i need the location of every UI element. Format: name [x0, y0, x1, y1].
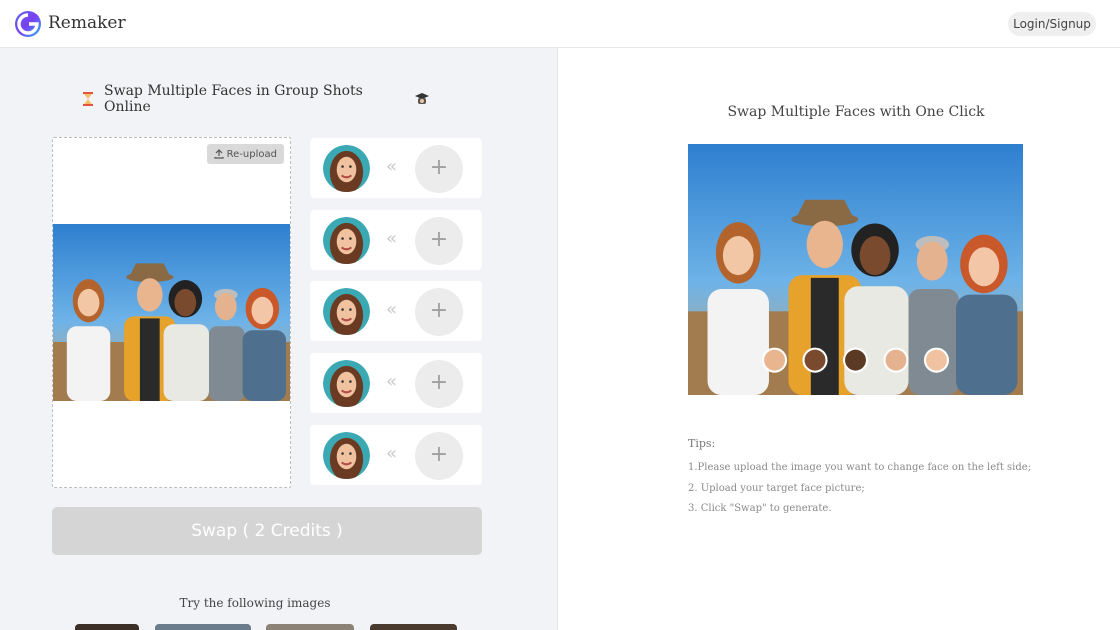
detected-face-thumbnail[interactable]	[323, 217, 370, 264]
reupload-label: Re-upload	[226, 148, 277, 160]
face-slot-row: « +	[310, 138, 482, 198]
demo-result-image	[688, 144, 1023, 395]
add-face-button[interactable]: +	[415, 145, 463, 193]
hourglass-icon	[83, 92, 93, 106]
tip-item: 2. Upload your target face picture;	[688, 483, 865, 494]
chevron-double-left-icon: «	[386, 156, 398, 177]
face-slot-row: « +	[310, 425, 482, 485]
tip-item: 3. Click "Swap" to generate.	[688, 503, 832, 514]
add-face-button[interactable]: +	[415, 360, 463, 408]
target-image-dropzone[interactable]: Re-upload	[52, 137, 291, 488]
detected-face-thumbnail[interactable]	[323, 288, 370, 335]
remaker-logo-icon[interactable]	[14, 10, 42, 38]
swap-button[interactable]: Swap ( 2 Credits )	[52, 507, 482, 555]
sample-image-thumbnail[interactable]	[370, 624, 457, 630]
top-header: Remaker Login/Signup	[0, 0, 1120, 48]
page-title-text: Swap Multiple Faces in Group Shots Onlin…	[104, 83, 363, 115]
add-face-button[interactable]: +	[415, 288, 463, 336]
face-slot-row: « +	[310, 281, 482, 341]
upload-icon	[214, 149, 224, 159]
add-face-button[interactable]: +	[415, 217, 463, 265]
swap-editor-panel: Swap Multiple Faces in Group Shots Onlin…	[0, 48, 558, 630]
login-signup-button[interactable]: Login/Signup	[1008, 12, 1096, 36]
page-title: Swap Multiple Faces in Group Shots Onlin…	[80, 83, 430, 115]
chevron-double-left-icon: «	[386, 228, 398, 249]
demo-title: Swap Multiple Faces with One Click	[727, 104, 985, 120]
sample-image-thumbnail[interactable]	[155, 624, 251, 630]
tip-item: 1.Please upload the image you want to ch…	[688, 462, 1032, 473]
group-photo-preview	[53, 224, 290, 401]
add-face-button[interactable]: +	[415, 432, 463, 480]
chevron-double-left-icon: «	[386, 443, 398, 464]
chevron-double-left-icon: «	[386, 371, 398, 392]
detected-face-thumbnail[interactable]	[323, 145, 370, 192]
detected-face-thumbnail[interactable]	[323, 360, 370, 407]
face-slot-row: « +	[310, 353, 482, 413]
chevron-double-left-icon: «	[386, 299, 398, 320]
face-slot-row: « +	[310, 210, 482, 270]
reupload-button[interactable]: Re-upload	[206, 144, 284, 164]
brand-name[interactable]: Remaker	[48, 13, 126, 33]
sample-images-label: Try the following images	[179, 596, 331, 610]
sample-image-thumbnail[interactable]	[75, 624, 139, 630]
detected-face-thumbnail[interactable]	[323, 432, 370, 479]
graduation-cap-icon	[415, 93, 429, 104]
sample-image-thumbnail[interactable]	[266, 624, 354, 630]
tips-heading: Tips:	[688, 437, 716, 450]
